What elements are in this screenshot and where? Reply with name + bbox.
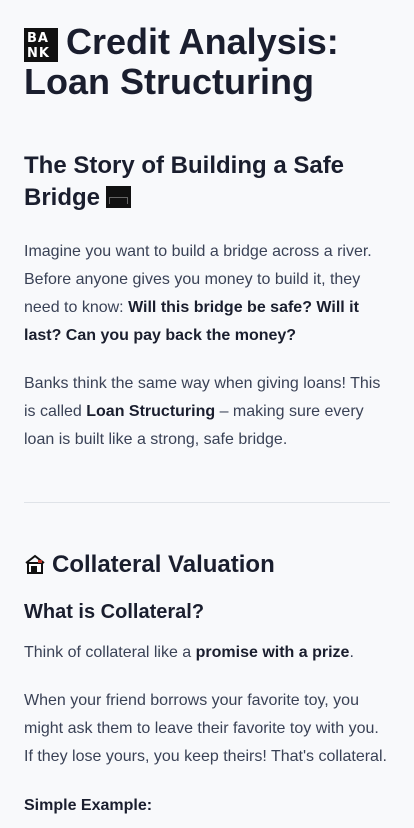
collateral-heading-text: Collateral Valuation [52, 551, 275, 578]
collateral-paragraph-2: When your friend borrows your favorite t… [24, 692, 387, 765]
house-icon [25, 554, 45, 574]
page: BA NK Credit Analysis: Loan Structuring Th… [0, 0, 414, 817]
collateral-p1-end: . [349, 644, 354, 661]
bank-icon-text-top: BA [27, 31, 49, 46]
collateral-paragraph-1: Think of collateral like a promise with … [24, 639, 390, 667]
example-label: Simple Example: [24, 797, 153, 814]
collateral-heading: Collateral Valuation [24, 549, 390, 581]
page-title-text: Credit Analysis: Loan Structuring [24, 21, 339, 102]
collateral-subheading: What is Collateral? [24, 601, 205, 623]
story-paragraph-1: Imagine you want to build a bridge acros… [24, 238, 390, 350]
collateral-p1-bold: promise with a prize [195, 644, 350, 661]
bank-icon: BA NK [24, 28, 58, 62]
story-heading: The Story of Building a Safe Bridge [24, 150, 390, 214]
page-title: BA NK Credit Analysis: Loan Structuring [24, 22, 390, 102]
story-heading-text: The Story of Building a Safe Bridge [24, 152, 345, 211]
bridge-icon [106, 186, 132, 208]
story-p2-bold: Loan Structuring [86, 403, 216, 420]
bank-icon-text-bottom: NK [27, 46, 50, 61]
collateral-p1-start: Think of collateral like a [24, 644, 196, 661]
story-paragraph-2: Banks think the same way when giving loa… [24, 370, 390, 454]
